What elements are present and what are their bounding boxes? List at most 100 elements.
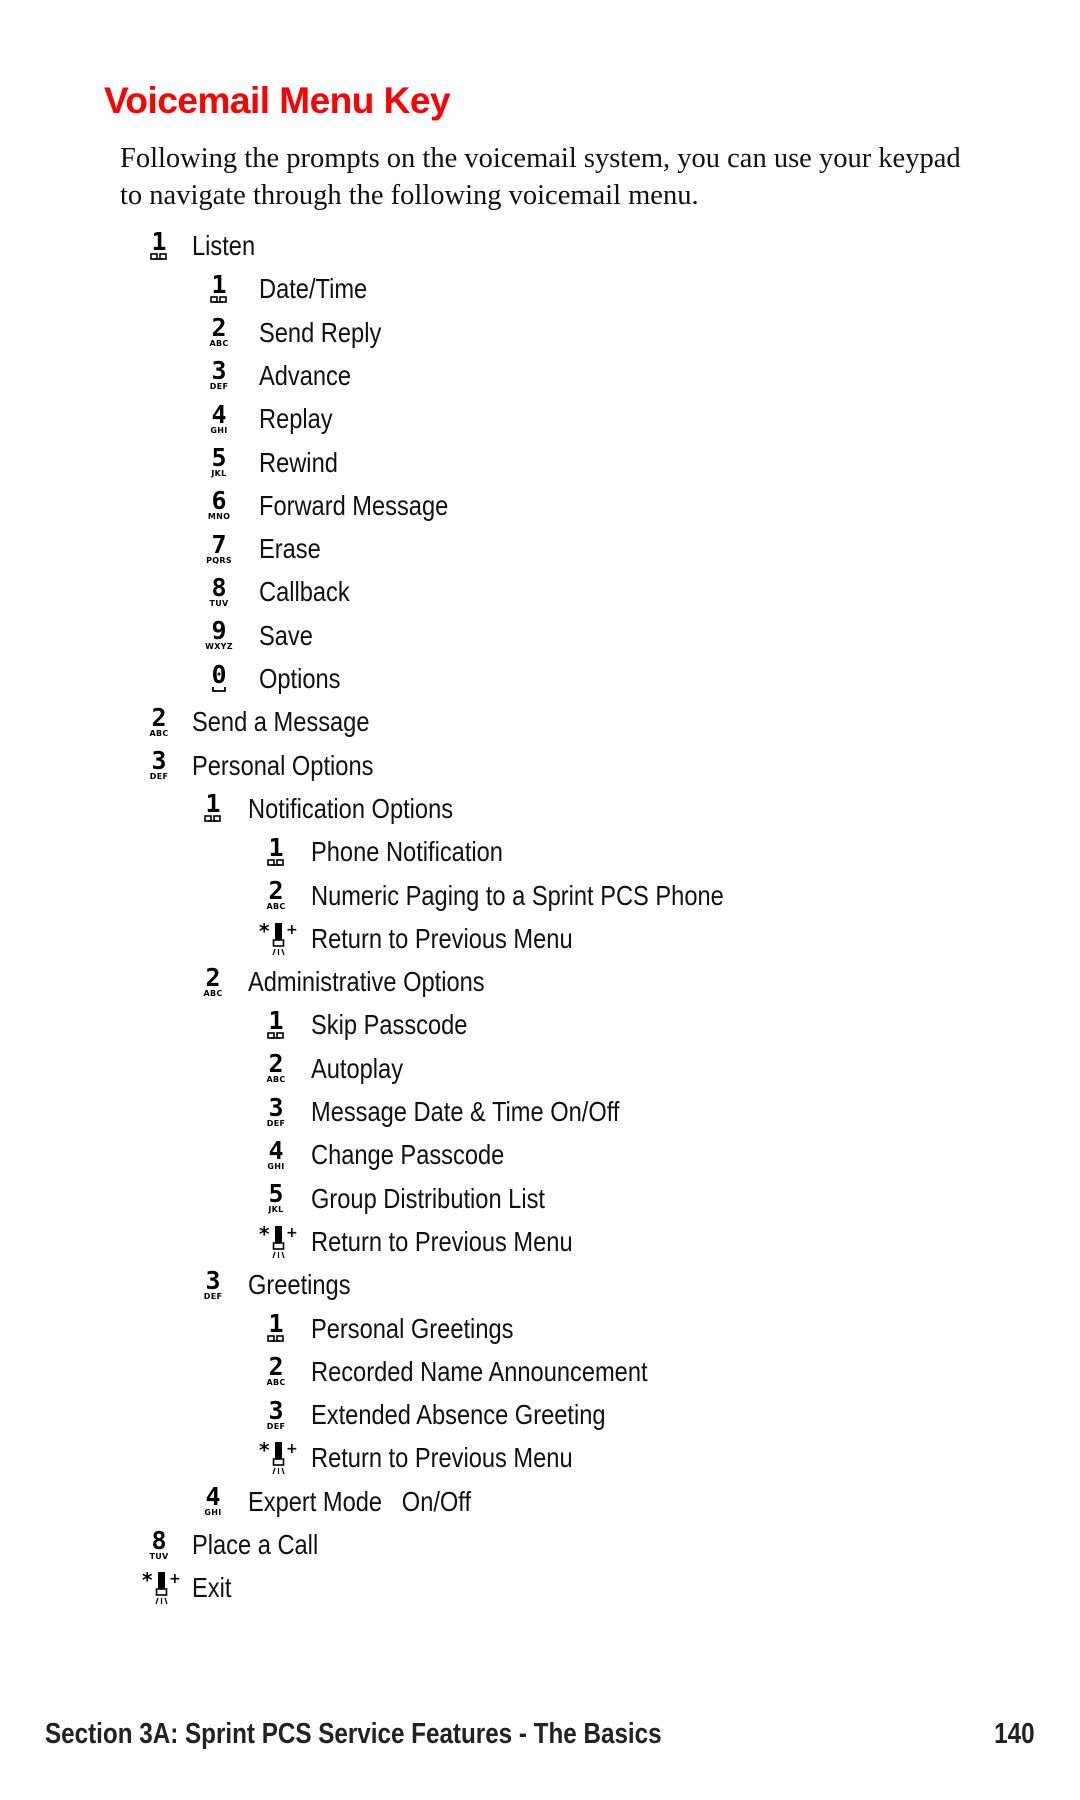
menu-item: 2 ABC Send Reply [0, 313, 1080, 353]
page-number: 140 [994, 1718, 1035, 1750]
key-digit: 7 [211, 529, 227, 559]
key-digit: 9 [211, 616, 227, 646]
keypad-2-icon: 2 ABC [256, 876, 296, 916]
key-digit: 1 [268, 1005, 284, 1035]
keypad-2-icon: 2 ABC [256, 1352, 296, 1392]
svg-text:+: + [286, 1441, 298, 1457]
menu-item: 3 DEF Extended Absence Greeting [0, 1395, 1080, 1435]
menu-item: 2 ABC Administrative Options [0, 962, 1080, 1002]
menu-item-label: Administrative Options [248, 966, 485, 998]
key-letters: DEF [266, 1118, 286, 1128]
menu-item: 3 DEF Message Date & Time On/Off [0, 1092, 1080, 1132]
key-letters: ABC [149, 728, 169, 738]
menu-item-label: Numeric Paging to a Sprint PCS Phone [311, 879, 724, 911]
menu-item: * + Exit [0, 1568, 1080, 1608]
menu-item-label: Group Distribution List [311, 1182, 545, 1214]
menu-item-label: Place a Call [192, 1529, 319, 1560]
key-letters: DEF [203, 1291, 223, 1301]
menu-item: 3 DEF Personal Options [0, 746, 1080, 786]
key-digit: 2 [268, 1352, 284, 1382]
key-letters: JKL [268, 1205, 284, 1215]
menu-item-label: Return to Previous Menu [311, 1225, 573, 1257]
menu-item: 3 DEF Greetings [0, 1265, 1080, 1305]
key-letters: GHI [267, 1161, 285, 1171]
menu-item-label: Personal Greetings [311, 1312, 514, 1344]
menu-item-label: Personal Options [192, 749, 374, 781]
key-digit: 3 [268, 1092, 284, 1122]
key-digit: 1 [205, 789, 221, 819]
keypad-2-icon: 2 ABC [199, 313, 239, 353]
voicemail-glyph-icon [267, 858, 285, 868]
menu-item: 2 ABC Autoplay [0, 1049, 1080, 1089]
star-shift-key-icon: * + [256, 1438, 302, 1478]
keypad-8-icon: 8 TUV [139, 1525, 179, 1565]
menu-item: 5 JKL Rewind [0, 443, 1080, 483]
keypad-2-icon: 2 ABC [193, 962, 233, 1002]
menu-item-label: Advance [259, 359, 352, 391]
key-digit: 1 [211, 269, 227, 299]
key-digit: 0 [211, 659, 227, 689]
keypad-2-icon: 2 ABC [139, 702, 179, 742]
keypad-4-icon: 4 GHI [193, 1482, 233, 1522]
key-digit: 1 [151, 226, 167, 256]
menu-item: 1 Personal Greetings [0, 1309, 1080, 1349]
key-letters: ABC [266, 1378, 286, 1388]
menu-item-label: Expert Mode On/Off [248, 1485, 472, 1517]
menu-item-label: Options [259, 663, 341, 694]
key-digit: 3 [211, 356, 227, 386]
key-digit: 4 [268, 1135, 284, 1165]
svg-text:+: + [286, 1225, 298, 1241]
key-digit: 2 [268, 876, 284, 905]
svg-text:+: + [286, 922, 298, 938]
menu-item: 1 Phone Notification [0, 832, 1080, 872]
voicemail-glyph-icon [267, 1032, 285, 1041]
svg-text:*: * [259, 919, 270, 943]
voicemail-glyph-icon [150, 252, 168, 262]
key-letters: DEF [266, 1421, 286, 1431]
menu-item-label: Forward Message [259, 489, 449, 521]
keypad-3-icon: 3 DEF [256, 1395, 296, 1435]
page-footer: Section 3A: Sprint PCS Service Features … [45, 1718, 1035, 1754]
menu-item: 0 Options [0, 659, 1080, 699]
menu-item-label: Send Reply [259, 316, 382, 348]
menu-item-label: Skip Passcode [311, 1009, 468, 1041]
menu-item-label: Return to Previous Menu [311, 1442, 573, 1474]
key-letters: ABC [266, 902, 286, 911]
star-shift-key-icon: * + [256, 1222, 302, 1262]
menu-item-label: Phone Notification [311, 836, 503, 868]
key-letters: WXYZ [205, 642, 233, 652]
keypad-1-icon: 1 [256, 1005, 296, 1045]
menu-item-label: Date/Time [259, 273, 368, 305]
key-letters: TUV [149, 1551, 169, 1561]
menu-item-label: Message Date & Time On/Off [311, 1096, 620, 1127]
key-letters: JKL [211, 469, 227, 478]
svg-text:*: * [259, 1438, 270, 1462]
menu-item: * + Return to Previous Menu [0, 1222, 1080, 1262]
keypad-2-icon: 2 ABC [256, 1049, 296, 1089]
menu-item: 1 Listen [0, 226, 1080, 266]
menu-item: 1 Notification Options [0, 789, 1080, 829]
svg-text:+: + [169, 1571, 181, 1587]
key-digit: 5 [268, 1179, 284, 1209]
star-shift-key-icon: * + [139, 1568, 185, 1608]
menu-item-label: Erase [259, 533, 321, 565]
key-letters: MNO [207, 512, 231, 522]
menu-item: 1 Date/Time [0, 269, 1080, 309]
menu-item-label: Save [259, 619, 313, 651]
keypad-3-icon: 3 DEF [193, 1265, 233, 1305]
menu-item-label: Send a Message [192, 706, 370, 738]
menu-item: 6 MNO Forward Message [0, 486, 1080, 526]
keypad-4-icon: 4 GHI [256, 1135, 296, 1175]
key-letters: ABC [203, 988, 223, 998]
voicemail-glyph-icon [267, 1335, 285, 1344]
key-letters: ABC [209, 339, 229, 349]
menu-item: 8 TUV Place a Call [0, 1525, 1080, 1565]
menu-item-label: Extended Absence Greeting [311, 1399, 606, 1431]
keypad-1-icon: 1 [199, 269, 239, 309]
key-digit: 4 [205, 1482, 221, 1512]
keypad-8-icon: 8 TUV [199, 572, 239, 612]
key-digit: 8 [151, 1525, 167, 1555]
keypad-1-icon: 1 [139, 226, 179, 266]
menu-item: * + Return to Previous Menu [0, 919, 1080, 959]
keypad-9-icon: 9 WXYZ [199, 616, 239, 656]
